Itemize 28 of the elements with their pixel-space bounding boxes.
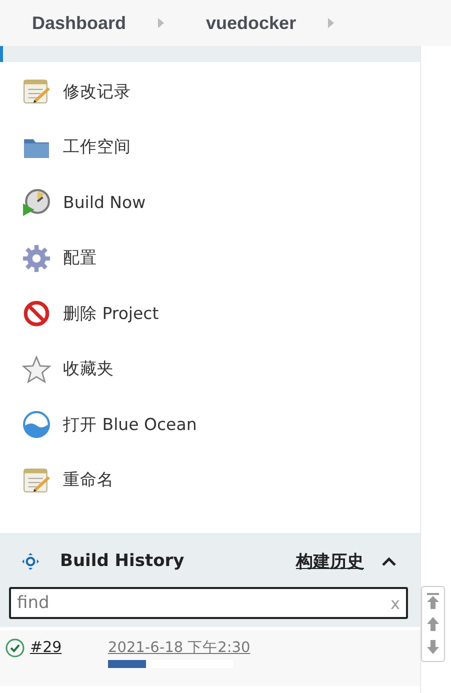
- build-number-link[interactable]: #29: [30, 638, 108, 656]
- build-history-link[interactable]: 构建历史: [296, 550, 364, 572]
- clock-play-icon: [22, 188, 51, 218]
- build-date-link[interactable]: 2021-6-18 下午2:30: [108, 638, 250, 657]
- build-history-icon: [22, 552, 39, 570]
- task-link[interactable]: 删除 Project: [0, 286, 420, 342]
- star-icon: [22, 354, 51, 384]
- water-circle-icon: [22, 410, 51, 440]
- caret-icon: [382, 556, 396, 566]
- notepad-icon: [22, 77, 51, 106]
- breadcrumb-link[interactable]: Dashboard: [32, 12, 126, 34]
- gear-icon: [22, 244, 51, 273]
- task-link[interactable]: Build Now: [0, 175, 420, 230]
- notepad-icon: [22, 466, 51, 495]
- task-link[interactable]: 修改记录: [0, 64, 420, 120]
- chevron-icon: [158, 18, 164, 28]
- scroll-top-icon[interactable]: [426, 593, 440, 610]
- breadcrumb-link[interactable]: vuedocker: [206, 12, 296, 34]
- task-link[interactable]: 配置: [0, 230, 420, 286]
- task-link[interactable]: 重命名: [0, 452, 420, 508]
- scroll-up-icon[interactable]: [426, 616, 440, 632]
- scroll-down-icon[interactable]: [426, 638, 440, 655]
- prohibited-icon: [22, 299, 51, 328]
- task-link[interactable]: 工作空间: [0, 120, 420, 175]
- panel-title: Build History: [60, 551, 186, 571]
- task-link[interactable]: 收藏夹: [0, 342, 420, 397]
- chevron-icon: [328, 18, 334, 28]
- task-link[interactable]: 打开 Blue Ocean: [0, 397, 420, 452]
